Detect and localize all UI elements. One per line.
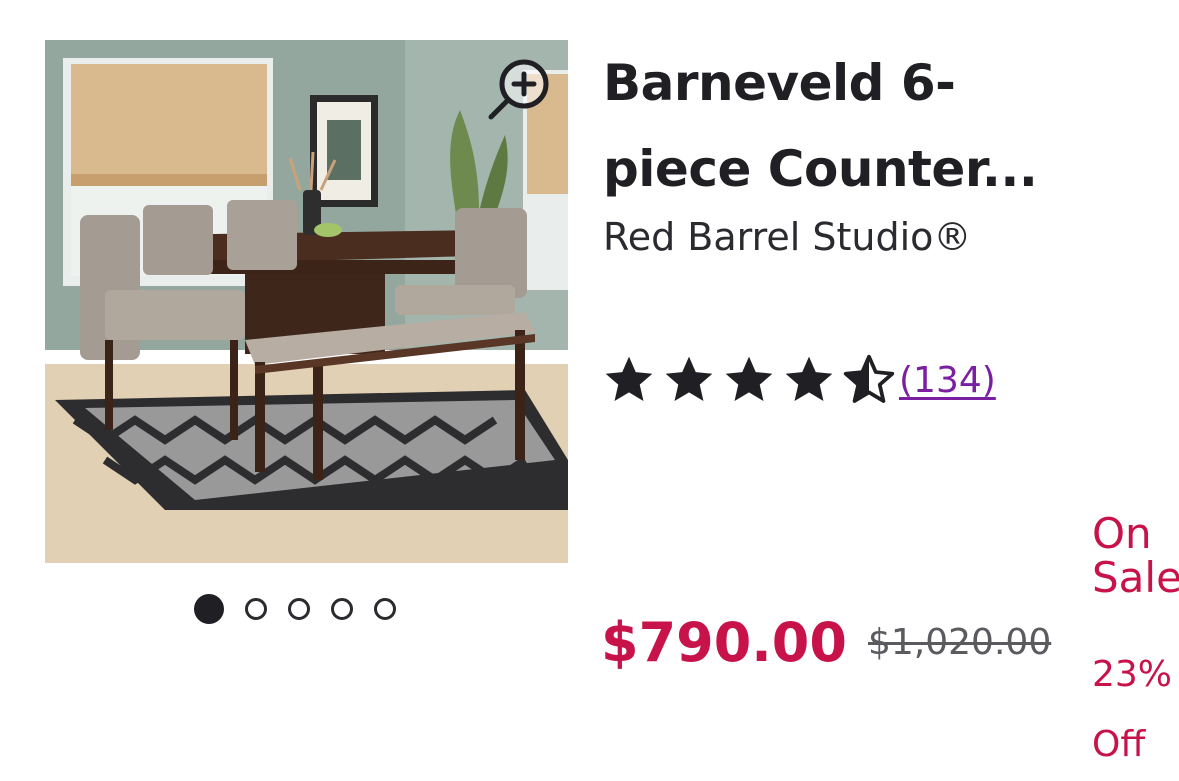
star-full-icon <box>785 356 833 401</box>
star-full-icon <box>605 356 653 401</box>
review-count-link[interactable]: (134) <box>899 360 996 401</box>
image-carousel-dots <box>194 594 396 624</box>
carousel-dot-5[interactable] <box>374 598 396 620</box>
product-card: Barneveld 6-piece Counter... Red Barrel … <box>0 0 1179 781</box>
carousel-dot-4[interactable] <box>331 598 353 620</box>
product-title[interactable]: Barneveld 6-piece Counter... <box>603 40 1103 212</box>
carousel-dot-2[interactable] <box>245 598 267 620</box>
on-sale-label: On Sale <box>1092 509 1179 602</box>
star-full-icon <box>725 356 773 401</box>
product-brand[interactable]: Red Barrel Studio® <box>603 212 971 262</box>
zoom-in-icon <box>488 59 549 120</box>
discount-label: 23% Off <box>1092 654 1173 765</box>
zoom-button[interactable] <box>486 58 552 124</box>
carousel-dot-1[interactable] <box>194 594 224 624</box>
star-full-icon <box>665 356 713 401</box>
carousel-dot-3[interactable] <box>288 598 310 620</box>
product-rating[interactable]: (134) <box>601 352 996 408</box>
sale-price: $790.00 <box>601 611 847 674</box>
star-half-icon <box>843 354 895 403</box>
original-price: $1,020.00 <box>868 622 1052 663</box>
